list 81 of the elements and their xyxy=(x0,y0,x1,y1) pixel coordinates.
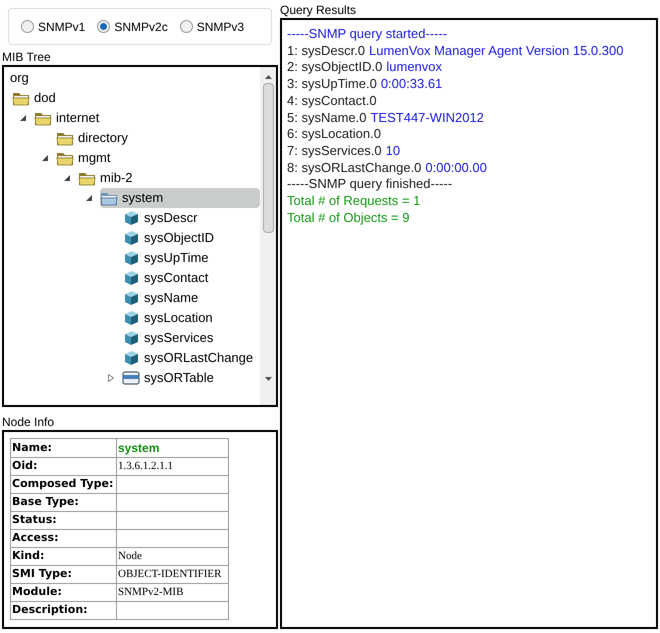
tree-item[interactable]: directory xyxy=(56,128,132,148)
radio-icon[interactable] xyxy=(97,20,110,33)
tree-item[interactable]: sysORLastChange xyxy=(122,348,258,368)
result-line: Total # of Objects = 9 xyxy=(287,210,410,226)
folder-icon xyxy=(100,190,118,206)
tree-item[interactable]: mib-2 xyxy=(78,168,137,188)
tree-item[interactable]: sysLocation xyxy=(122,308,217,328)
tree-item[interactable]: sysObjectID xyxy=(122,228,218,248)
folder-icon xyxy=(56,130,74,146)
field-label: Kind: xyxy=(10,548,116,566)
result-value: 10 xyxy=(386,142,400,160)
tree-item[interactable]: org xyxy=(10,68,33,88)
field-label: Oid: xyxy=(10,458,116,476)
field-label: Composed Type: xyxy=(10,476,116,494)
result-value: LumenVox Manager Agent Version 15.0.300 xyxy=(369,42,624,60)
field-value: Node xyxy=(116,548,228,566)
tree-item[interactable]: dod xyxy=(12,88,60,108)
result-line: 6: sysLocation.0 xyxy=(287,126,381,143)
field-label: Name: xyxy=(10,438,116,458)
tree-item[interactable]: sysServices xyxy=(122,328,218,348)
expanded-arrow-icon[interactable] xyxy=(42,155,48,161)
result-line: 4: sysContact.0 xyxy=(287,92,377,110)
result-line: 3: sysUpTime.0 xyxy=(287,76,377,93)
table-icon xyxy=(122,370,140,386)
field-label: Access: xyxy=(10,530,116,548)
expanded-arrow-icon[interactable] xyxy=(64,175,70,181)
field-label: Module: xyxy=(10,584,116,602)
result-line: Total # of Requests = 1 xyxy=(287,193,420,210)
field-label: Status: xyxy=(10,512,116,530)
result-value: 0:00:00.00 xyxy=(425,160,487,176)
result-line: 8: sysORLastChange.0 xyxy=(287,160,422,176)
cube-icon xyxy=(122,250,140,266)
section-title: Query Results xyxy=(280,2,358,18)
cube-icon xyxy=(122,290,140,306)
section-title: MIB Tree xyxy=(2,49,52,65)
tree-item[interactable]: sysUpTime xyxy=(122,248,213,268)
scrollbar[interactable] xyxy=(260,67,276,405)
expanded-arrow-icon[interactable] xyxy=(86,195,92,201)
cube-icon xyxy=(122,230,140,246)
scroll-up-icon[interactable] xyxy=(264,75,272,79)
result-line: -----SNMP query started----- xyxy=(287,26,448,43)
folder-icon xyxy=(56,150,74,166)
cube-icon xyxy=(122,310,140,326)
result-line: 1: sysDescr.0 xyxy=(287,42,366,60)
tree-item[interactable]: internet xyxy=(34,108,104,128)
tree-item[interactable]: sysORTable xyxy=(122,368,218,388)
tree-item[interactable]: sysContact xyxy=(122,268,212,288)
radio-option[interactable]: SNMPv2c xyxy=(97,18,168,36)
tree-item[interactable]: mgmt xyxy=(56,148,114,168)
field-label: Description: xyxy=(10,602,116,620)
field-label: Base Type: xyxy=(10,494,116,512)
result-value: lumenvox xyxy=(386,59,442,76)
radio-option[interactable]: SNMPv3 xyxy=(180,18,244,36)
result-line: 5: sysName.0 xyxy=(287,110,366,126)
field-value: 1.3.6.1.2.1.1 xyxy=(116,458,228,476)
cube-icon xyxy=(122,350,140,366)
field-label: SMI Type: xyxy=(10,566,116,584)
tree-item[interactable]: sysDescr xyxy=(122,208,202,228)
collapsed-arrow-icon[interactable] xyxy=(108,374,114,382)
cube-icon xyxy=(122,270,140,286)
field-value: SNMPv2-MIB xyxy=(116,584,228,602)
result-line: -----SNMP query finished----- xyxy=(287,176,452,194)
result-line: 2: sysObjectID.0 xyxy=(287,59,382,76)
folder-icon xyxy=(34,110,52,126)
radio-icon[interactable] xyxy=(180,20,193,33)
tree-item[interactable]: system xyxy=(100,188,260,208)
cube-icon xyxy=(122,210,140,226)
result-line: 7: sysServices.0 xyxy=(287,142,382,160)
field-value: system xyxy=(116,438,228,458)
result-value: 0:00:33.61 xyxy=(380,76,442,93)
folder-icon xyxy=(12,90,30,106)
tree-item[interactable]: sysName xyxy=(122,288,202,308)
folder-icon xyxy=(78,170,96,186)
cube-icon xyxy=(122,330,140,346)
field-value: OBJECT-IDENTIFIER xyxy=(116,566,228,584)
scroll-down-icon[interactable] xyxy=(264,377,272,381)
result-value: TEST447-WIN2012 xyxy=(370,110,484,126)
expanded-arrow-icon[interactable] xyxy=(20,115,26,121)
radio-icon[interactable] xyxy=(21,20,34,33)
section-title: Node Info xyxy=(2,414,56,430)
radio-option[interactable]: SNMPv1 xyxy=(21,18,86,36)
